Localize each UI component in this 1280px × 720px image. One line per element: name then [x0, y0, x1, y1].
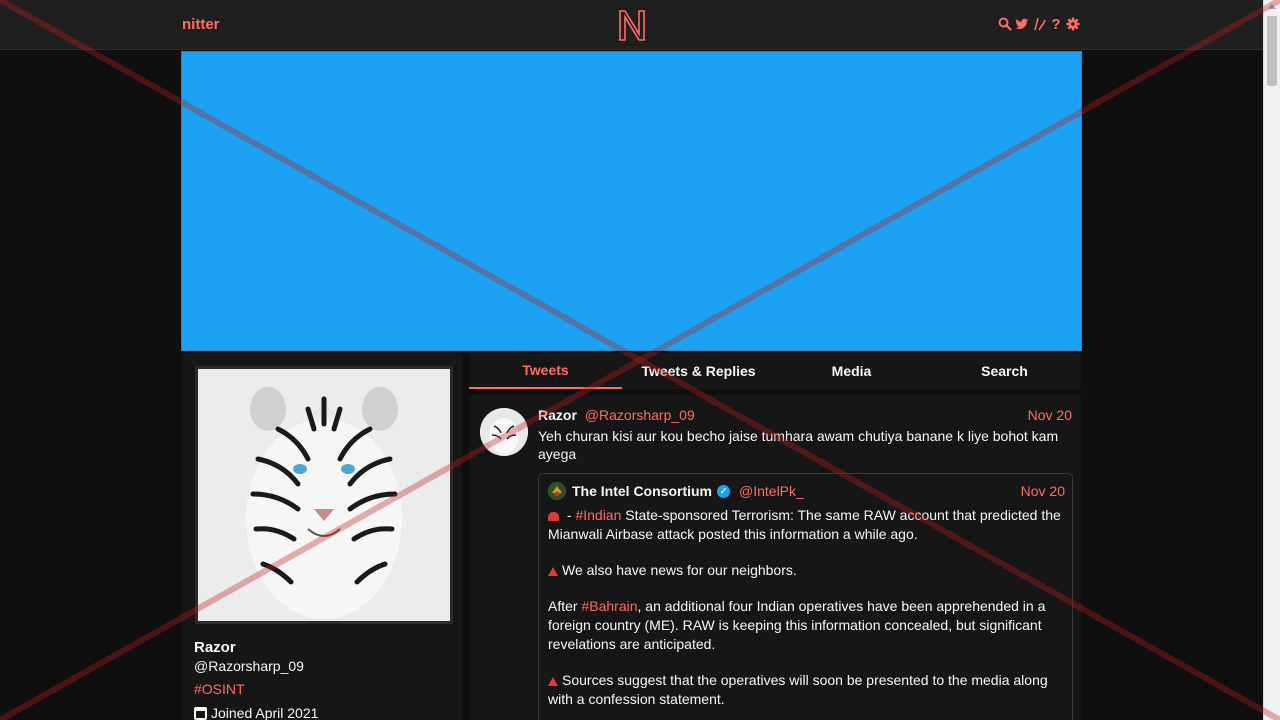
quote-body: - #Indian State-sponsored Terrorism: The… — [548, 506, 1063, 720]
tab-media[interactable]: Media — [775, 353, 928, 389]
timeline: Tweets Tweets & Replies Media Search Raz… — [469, 353, 1081, 720]
red-triangle-emoji-icon — [548, 567, 558, 576]
hashtag-link[interactable]: #Bahrain — [581, 598, 637, 614]
quote-p2-text: We also have news for our neighbors. — [562, 562, 797, 578]
profile-card: Razor @Razorsharp_09 #OSINT Joined April… — [181, 353, 462, 720]
calendar-icon — [194, 706, 207, 720]
tab-tweets-replies[interactable]: Tweets & Replies — [622, 353, 775, 389]
quote-paragraph: After #Bahrain, an additional four India… — [548, 597, 1063, 654]
tweet-text: Yeh churan kisi aur kou becho jaise tumh… — [538, 428, 1059, 462]
tweet-author-name[interactable]: Razor — [538, 407, 577, 423]
nav-icon-group: ? — [998, 16, 1080, 33]
help-icon[interactable]: ? — [1049, 16, 1063, 33]
tweet-date[interactable]: Nov 20 — [1028, 407, 1072, 423]
quote-date[interactable]: Nov 20 — [1021, 483, 1065, 499]
profile-fullname[interactable]: Razor — [194, 639, 236, 656]
profile-avatar[interactable] — [195, 366, 453, 624]
search-icon[interactable] — [998, 16, 1012, 32]
quote-paragraph: Sources suggest that the operatives will… — [548, 671, 1063, 709]
quote-paragraph: - #Indian State-sponsored Terrorism: The… — [548, 506, 1063, 544]
nitter-logo-icon[interactable] — [617, 8, 647, 42]
profile-bio-hashtag[interactable]: #OSINT — [194, 681, 245, 697]
profile-joined-date: Joined April 2021 — [194, 705, 318, 720]
quote-header: The Intel Consortium ✓ @IntelPk_ Nov 20 — [548, 482, 1065, 500]
quote-author-avatar[interactable] — [548, 482, 566, 500]
quote-author-handle[interactable]: @IntelPk_ — [739, 483, 804, 499]
tweet-author-handle[interactable]: @Razorsharp_09 — [585, 407, 695, 423]
settings-gear-icon[interactable] — [1066, 16, 1080, 32]
tab-tweets[interactable]: Tweets — [469, 353, 622, 389]
timeline-tabs: Tweets Tweets & Replies Media Search — [469, 353, 1081, 389]
quoted-tweet[interactable]: The Intel Consortium ✓ @IntelPk_ Nov 20 … — [538, 473, 1073, 720]
brand-link[interactable]: nitter — [182, 16, 220, 33]
page-scrollbar[interactable] — [1263, 0, 1280, 720]
tweet-header: Razor @Razorsharp_09 Nov 20 — [538, 407, 1072, 423]
tab-search[interactable]: Search — [928, 353, 1081, 389]
hashtag-link[interactable]: #Indian — [575, 507, 621, 523]
tweet-item[interactable]: Razor @Razorsharp_09 Nov 20 Yeh churan k… — [469, 395, 1081, 720]
quote-p3-prefix: After — [548, 598, 582, 614]
scrollbar-thumb[interactable] — [1267, 16, 1277, 86]
twitter-bird-icon[interactable] — [1015, 16, 1029, 32]
quote-p1-text: State-sponsored Terrorism: The same RAW … — [548, 507, 1061, 542]
quote-author-name[interactable]: The Intel Consortium — [572, 483, 712, 499]
verified-badge-icon: ✓ — [717, 484, 730, 498]
profile-username[interactable]: @Razorsharp_09 — [194, 658, 304, 674]
top-navbar: nitter ? — [0, 0, 1263, 50]
quote-p1-prefix: - — [563, 507, 576, 523]
joined-label: Joined April 2021 — [211, 705, 319, 720]
quote-p4-text: Sources suggest that the operatives will… — [548, 672, 1048, 707]
siren-emoji-icon — [548, 512, 559, 521]
quote-paragraph: We also have news for our neighbors. — [548, 561, 1063, 580]
scroll-up-arrow-icon[interactable] — [1268, 4, 1276, 9]
profile-banner[interactable] — [181, 51, 1082, 351]
red-triangle-emoji-icon — [548, 677, 558, 686]
rss-icon[interactable] — [1032, 16, 1046, 32]
tweet-author-avatar[interactable] — [480, 408, 528, 456]
